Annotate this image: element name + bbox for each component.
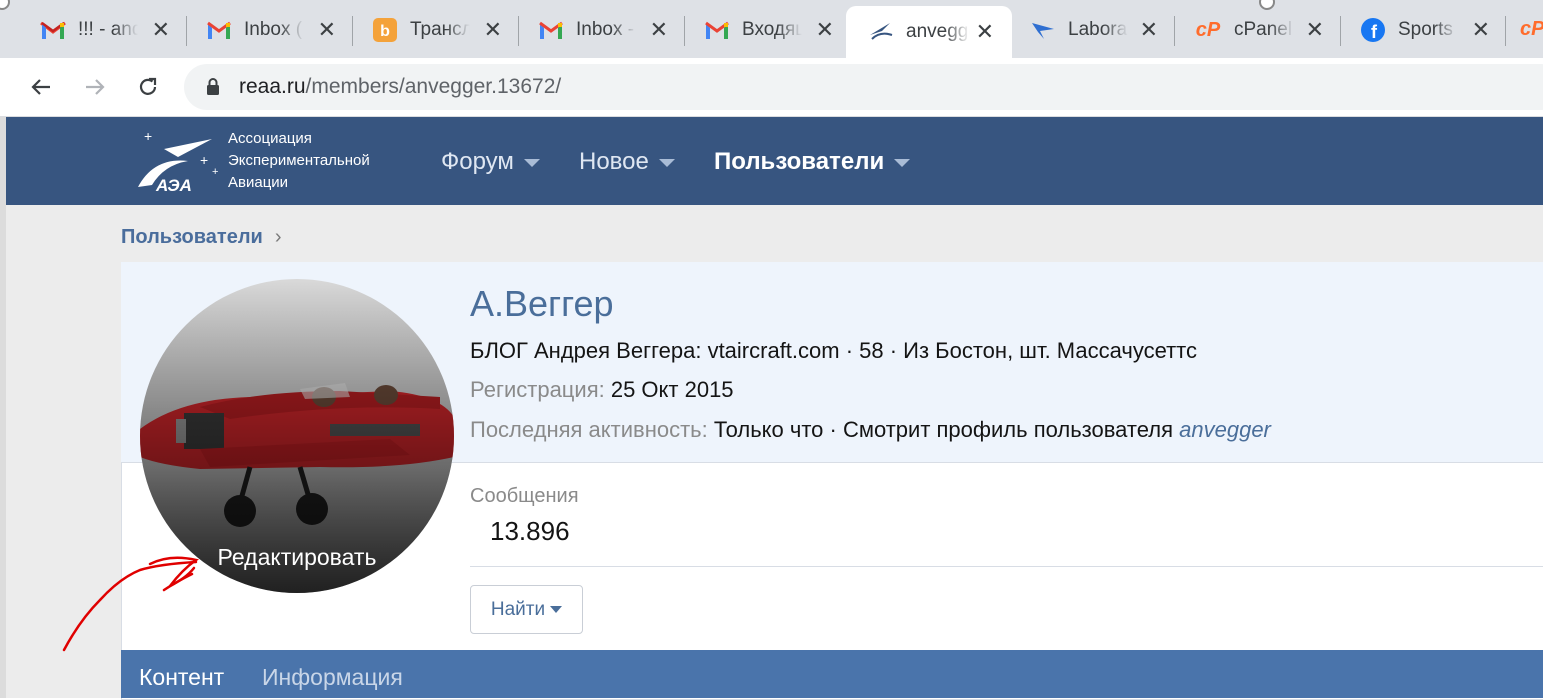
- cpanel-icon[interactable]: cP: [1520, 18, 1543, 41]
- browser-tab[interactable]: b Трансл ✕: [342, 6, 518, 54]
- divider: [470, 566, 1543, 567]
- browser-tab-strip: !!! - andrew ✕ Inbox ( ✕ b Трансл ✕ Inbo…: [0, 0, 1543, 58]
- gmail-icon: [206, 17, 232, 43]
- bird-icon: [1030, 17, 1056, 43]
- tab-title: Labora: [1068, 19, 1128, 40]
- translate-icon: b: [372, 17, 398, 43]
- forward-arrow-icon: [86, 79, 105, 95]
- tab-divider: [1505, 16, 1506, 46]
- close-tab-icon[interactable]: ✕: [318, 17, 336, 43]
- forward-button[interactable]: [78, 70, 112, 104]
- nav-label: Пользователи: [714, 148, 885, 175]
- browser-tab[interactable]: Inbox ( ✕: [176, 6, 352, 54]
- registration-label: Регистрация:: [470, 377, 605, 402]
- close-tab-icon[interactable]: ✕: [976, 19, 994, 45]
- url-text: reaa.ru/members/anvegger.13672/: [239, 75, 561, 99]
- tab-title: Sports: [1398, 19, 1453, 40]
- close-tab-icon[interactable]: ✕: [1472, 17, 1490, 43]
- site-logo-icon[interactable]: + + + АЭА: [134, 127, 234, 193]
- svg-text:+: +: [212, 166, 218, 178]
- tab-title: Входящ: [742, 19, 802, 40]
- svg-text:АЭА: АЭА: [155, 176, 192, 193]
- tab-title: Трансл: [410, 19, 470, 40]
- reload-icon: [139, 77, 157, 95]
- svg-text:f: f: [1371, 22, 1378, 42]
- url-host: reaa.ru: [239, 75, 306, 98]
- browser-tab[interactable]: cP cPanel ✕: [1164, 6, 1340, 54]
- tab-title: anvegger: [906, 21, 970, 42]
- svg-text:+: +: [200, 152, 208, 168]
- browser-tab[interactable]: Входящ ✕: [674, 6, 850, 54]
- profile-blurb: БЛОГ Андрея Веггера: vtaircraft.com · 58…: [470, 338, 1197, 363]
- tab-title: Inbox -: [576, 19, 635, 40]
- annotation-arrow-icon: [62, 556, 199, 652]
- close-tab-icon[interactable]: ✕: [152, 17, 170, 43]
- back-button[interactable]: [24, 70, 58, 104]
- find-button-label: Найти: [490, 598, 546, 620]
- browser-tab[interactable]: !!! - andrew ✕: [10, 6, 186, 54]
- browser-tab-active[interactable]: anvegger ✕: [846, 6, 1012, 58]
- cpanel-icon: cP: [1195, 18, 1221, 41]
- chevron-down-icon[interactable]: [523, 158, 540, 167]
- tab-content[interactable]: Контент: [139, 664, 224, 691]
- profile-username[interactable]: А.Веггер: [470, 283, 614, 325]
- logo-line: Ассоциация: [228, 130, 312, 147]
- close-tab-icon[interactable]: ✕: [650, 17, 668, 43]
- chevron-down-icon[interactable]: [894, 158, 911, 167]
- svg-text:b: b: [380, 23, 390, 40]
- chevron-right-icon: ›: [274, 226, 282, 248]
- nav-members[interactable]: Пользователи: [714, 148, 911, 176]
- messages-label: Сообщения: [470, 485, 579, 507]
- chevron-down-icon[interactable]: [658, 158, 675, 167]
- nav-new[interactable]: Новое: [579, 148, 675, 176]
- url-path: /members/anvegger.13672/: [305, 75, 562, 98]
- caret-down-icon: [550, 606, 563, 613]
- reaa-icon: [868, 19, 894, 45]
- gmail-icon: [538, 17, 564, 43]
- activity-profile-link[interactable]: anvegger: [1179, 417, 1271, 442]
- facebook-icon: f: [1360, 17, 1386, 43]
- logo-line: Экспериментальной: [228, 152, 370, 169]
- find-button[interactable]: Найти: [470, 585, 583, 634]
- nav-forum[interactable]: Форум: [441, 148, 540, 176]
- breadcrumb-link[interactable]: Пользователи: [121, 226, 263, 248]
- profile-registration: Регистрация: 25 Окт 2015: [470, 377, 734, 403]
- registration-date: 25 Окт 2015: [610, 377, 734, 402]
- browser-tab[interactable]: Labora ✕: [1008, 6, 1174, 54]
- profile-last-activity: Последняя активность: Только что · Смотр…: [470, 417, 1271, 443]
- svg-text:+: +: [144, 128, 152, 144]
- activity-label: Последняя активность:: [470, 417, 708, 442]
- browser-tab[interactable]: f Sports ✕: [1330, 6, 1506, 54]
- logo-line: Авиации: [228, 174, 289, 191]
- address-bar[interactable]: reaa.ru/members/anvegger.13672/: [184, 64, 1543, 110]
- messages-count[interactable]: 13.896: [490, 516, 570, 547]
- gmail-icon: [40, 17, 66, 43]
- lock-icon: [207, 78, 219, 95]
- close-tab-icon[interactable]: ✕: [484, 17, 502, 43]
- tab-title: !!! - andrew: [78, 19, 138, 40]
- tab-information[interactable]: Информация: [262, 664, 403, 691]
- close-tab-icon[interactable]: ✕: [1306, 17, 1324, 43]
- close-tab-icon[interactable]: ✕: [1140, 17, 1158, 43]
- breadcrumb[interactable]: Пользователи ›: [121, 226, 282, 249]
- back-arrow-icon: [31, 79, 50, 95]
- nav-label: Форум: [441, 148, 514, 175]
- nav-label: Новое: [579, 148, 649, 175]
- activity-value: Только что · Смотрит профиль пользовател…: [713, 417, 1174, 442]
- gmail-icon: [704, 17, 730, 43]
- tab-title: cPanel: [1234, 19, 1293, 40]
- tab-title: Inbox (: [244, 19, 303, 40]
- browser-tab[interactable]: Inbox - ✕: [508, 6, 684, 54]
- site-logo-text[interactable]: Ассоциация Экспериментальной Авиации: [228, 128, 370, 194]
- close-tab-icon[interactable]: ✕: [816, 17, 834, 43]
- reload-button[interactable]: [131, 70, 165, 104]
- browser-toolbar: reaa.ru/members/anvegger.13672/: [0, 58, 1543, 117]
- window-corner: [0, 0, 10, 10]
